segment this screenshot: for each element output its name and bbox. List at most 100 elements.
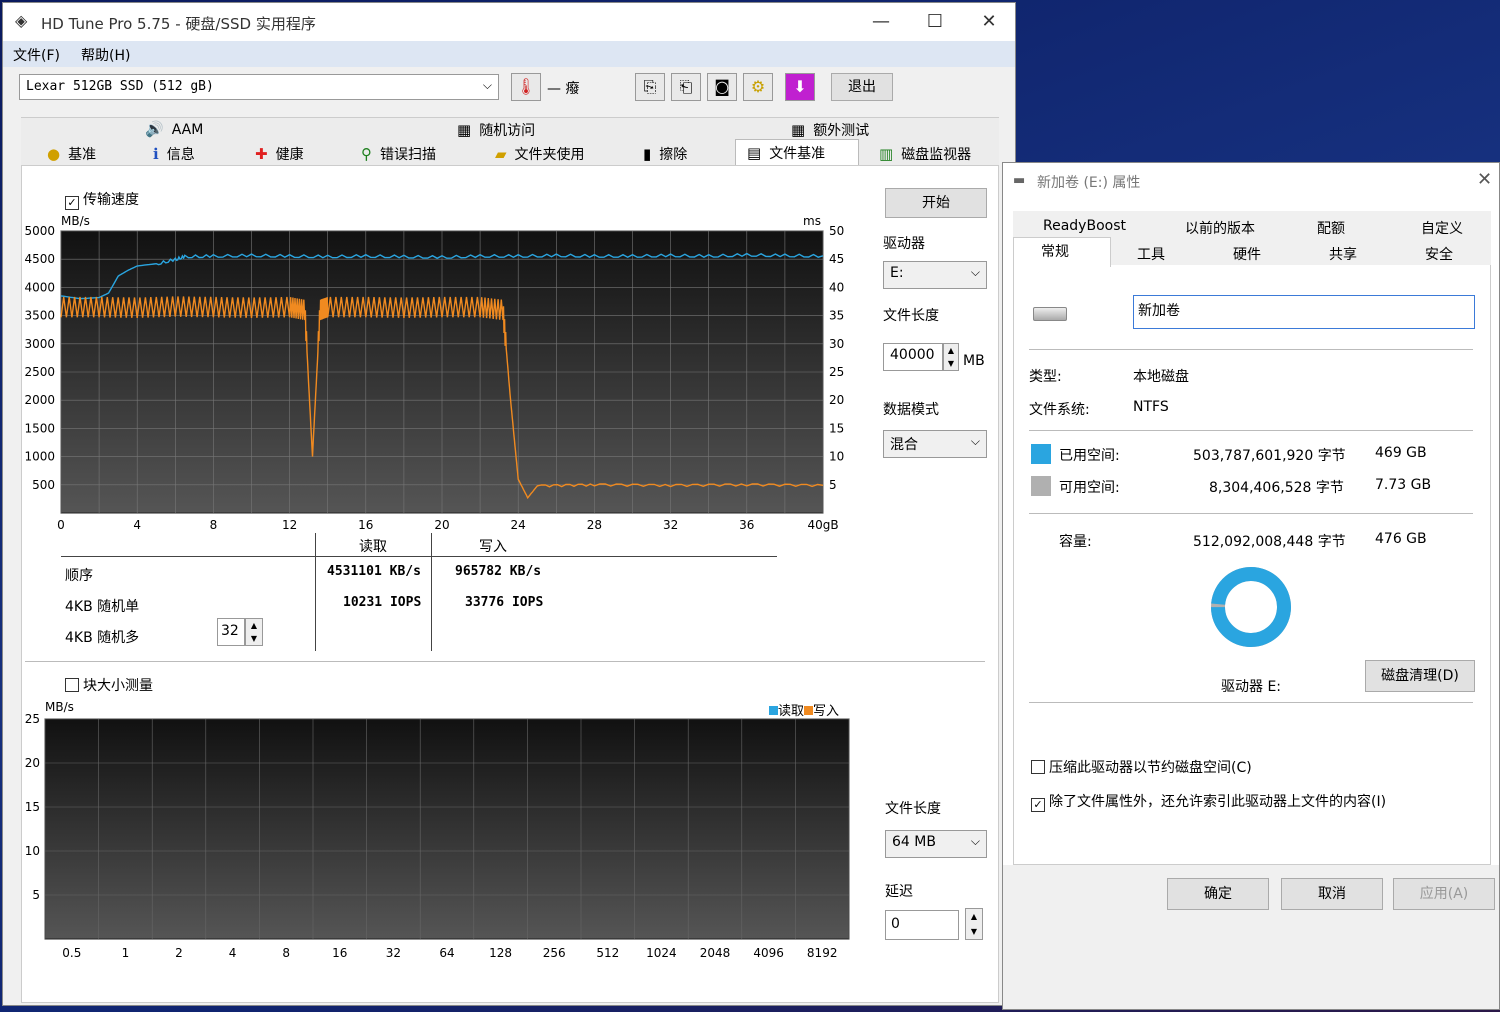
section-divider: [25, 661, 985, 662]
x-tick-label: 12: [282, 518, 297, 532]
tab-previous-versions[interactable]: 以前的版本: [1185, 218, 1255, 238]
copy-icon[interactable]: ⎘: [635, 73, 665, 101]
plus-icon: ✚: [255, 145, 268, 163]
exit-button[interactable]: 退出: [831, 73, 893, 101]
menu-file[interactable]: 文件(F): [13, 45, 60, 65]
speaker-icon: 🔊: [145, 120, 164, 138]
ok-button[interactable]: 确定: [1167, 878, 1269, 910]
tab-health[interactable]: ✚ 健康: [255, 144, 304, 164]
chart-icon: ▦: [457, 121, 472, 139]
type-label: 类型:: [1029, 369, 1062, 385]
props-title: 新加卷 (E:) 属性: [1037, 175, 1141, 191]
x-tick-label: 4: [229, 946, 237, 960]
seq-write-value: 965782 KB/s: [455, 564, 542, 579]
x-tick-label: 4: [133, 518, 141, 532]
camera-icon[interactable]: ◙: [707, 73, 737, 101]
x-tick-label: 40gB: [807, 518, 838, 532]
disk-cleanup-button[interactable]: 磁盘清理(D): [1365, 660, 1475, 692]
chevron-down-icon: ⌵: [482, 78, 492, 92]
maximize-button[interactable]: ☐: [915, 9, 955, 35]
y-tick-label: 10: [25, 844, 40, 858]
tab-file-benchmark[interactable]: ▤ 文件基准: [747, 143, 825, 163]
y-tick-label: 500: [32, 478, 55, 492]
x-tick-label: 28: [587, 518, 602, 532]
chevron-down-icon: ⌵: [970, 834, 980, 848]
tab-hardware[interactable]: 硬件: [1233, 244, 1261, 264]
tab-erase[interactable]: ▮ 擦除: [643, 144, 687, 164]
check-icon: ✓: [1031, 798, 1045, 812]
x-tick-label: 16: [332, 946, 347, 960]
props-titlebar[interactable]: ▬ 新加卷 (E:) 属性 ✕: [1003, 163, 1499, 199]
delay-input[interactable]: 0: [885, 910, 959, 940]
tab-readyboost[interactable]: ReadyBoost: [1043, 218, 1126, 234]
tab-random-access[interactable]: ▦ 随机访问: [457, 120, 535, 140]
options-icon[interactable]: ⚙: [743, 73, 773, 101]
x-tick-label: 2048: [700, 946, 731, 960]
divider: [1029, 513, 1473, 514]
tab-folder-usage[interactable]: ▰ 文件夹使用: [495, 144, 585, 164]
divider: [1029, 430, 1473, 431]
temperature: — 癈: [547, 81, 580, 97]
tab-quota[interactable]: 配额: [1317, 218, 1345, 238]
queue-depth-stepper[interactable]: ▲ ▼: [245, 618, 263, 646]
chevron-down-icon: ⌵: [970, 265, 980, 279]
data-mode-select[interactable]: 混合 ⌵: [883, 430, 987, 458]
x-tick-label: 512: [596, 946, 619, 960]
close-icon[interactable]: ✕: [1477, 169, 1492, 190]
info-icon: ℹ: [153, 145, 159, 163]
close-button[interactable]: ✕: [969, 9, 1009, 35]
menu-help[interactable]: 帮助(H): [81, 45, 130, 65]
drive-letter-select[interactable]: E: ⌵: [883, 261, 987, 289]
file-length-stepper[interactable]: ▲ ▼: [943, 343, 959, 371]
transfer-speed-checkbox[interactable]: ✓ 传输速度: [65, 189, 139, 210]
copy-all-icon[interactable]: ⎗: [671, 73, 701, 101]
tab-extra-tests[interactable]: ▦ 额外测试: [791, 120, 869, 140]
x-tick-label: 36: [739, 518, 754, 532]
queue-depth-input[interactable]: 32: [217, 618, 245, 646]
delay-stepper[interactable]: ▲ ▼: [965, 908, 983, 940]
tab-benchmark[interactable]: ● 基准: [47, 144, 96, 164]
tab-customize[interactable]: 自定义: [1421, 218, 1463, 238]
thermometer-icon: 🌡: [511, 73, 541, 101]
delay-label: 延迟: [885, 884, 913, 900]
file-length-input[interactable]: 40000: [883, 343, 943, 371]
download-icon[interactable]: ⬇: [785, 73, 815, 101]
x-tick-label: 24: [511, 518, 526, 532]
fs-value: NTFS: [1133, 399, 1169, 415]
results-vline-2: [431, 533, 432, 651]
trash-icon: ▮: [643, 145, 652, 163]
x-tick-label: 0.5: [62, 946, 81, 960]
x-tick-label: 4096: [753, 946, 784, 960]
tab-sharing[interactable]: 共享: [1329, 244, 1357, 264]
capacity-label: 容量:: [1059, 534, 1092, 550]
cancel-button[interactable]: 取消: [1281, 878, 1383, 910]
drive-label: 驱动器: [883, 236, 925, 252]
hdtune-titlebar[interactable]: ◈ HD Tune Pro 5.75 - 硬盘/SSD 实用程序 — ☐ ✕: [3, 3, 1015, 41]
start-button[interactable]: 开始: [885, 188, 987, 218]
usage-donut: [1211, 567, 1291, 647]
compress-checkbox[interactable]: 压缩此驱动器以节约磁盘空间(C): [1031, 757, 1252, 777]
divider: [1029, 349, 1473, 350]
block-size-checkbox[interactable]: 块大小测量: [65, 675, 153, 695]
minimize-button[interactable]: —: [861, 9, 901, 35]
drive-icon: ▬: [1013, 173, 1026, 188]
tab-aam[interactable]: 🔊 AAM: [145, 120, 203, 138]
index-checkbox[interactable]: ✓ 除了文件属性外，还允许索引此驱动器上文件的内容(I): [1031, 791, 1386, 812]
file-length2-select[interactable]: 64 MB ⌵: [885, 830, 987, 858]
tab-security[interactable]: 安全: [1425, 244, 1453, 264]
tab-info[interactable]: ℹ 信息: [153, 144, 195, 164]
chevron-down-icon: ⌵: [970, 434, 980, 448]
tab-general[interactable]: 常规: [1041, 241, 1069, 261]
apply-button[interactable]: 应用(A): [1393, 878, 1495, 910]
seq-read-value: 4531101 KB/s: [327, 564, 421, 579]
volume-name-input[interactable]: 新加卷: [1133, 295, 1475, 329]
y-tick-label: 5000: [24, 224, 55, 238]
y2-tick-label: 40: [829, 280, 844, 294]
drive-select[interactable]: Lexar 512GB SSD (512 gB) ⌵: [19, 74, 499, 100]
tab-error-scan[interactable]: ⚲ 错误扫描: [361, 144, 436, 164]
y-tick-label: 3500: [24, 309, 55, 323]
x-tick-label: 8192: [807, 946, 838, 960]
tab-tools[interactable]: 工具: [1137, 244, 1165, 264]
y2-tick-label: 45: [829, 252, 844, 266]
tab-disk-monitor[interactable]: ▥ 磁盘监视器: [879, 144, 971, 164]
